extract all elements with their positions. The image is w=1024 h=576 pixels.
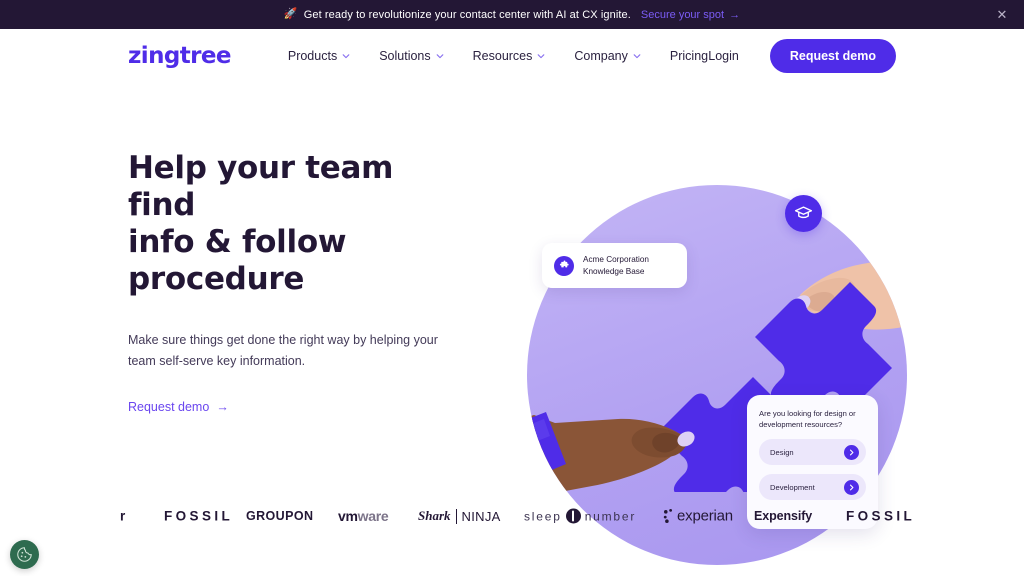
logo-fossil: FOSSIL (164, 508, 234, 524)
kb-line-2: Knowledge Base (583, 266, 645, 276)
page-title: Help your team find info & follow proced… (128, 150, 458, 298)
customer-logo-strip: r FOSSIL GROUPON vm ware Shark NINJA slee… (0, 495, 1024, 537)
secure-your-spot-label: Secure your spot (640, 8, 725, 21)
nav-item-pricing[interactable]: Pricing (670, 49, 708, 63)
chevron-right-icon (844, 479, 859, 495)
logo-vmware-bold: vm (338, 508, 358, 524)
hero-illustration: Acme Corporation Knowledge Base Are you … (500, 82, 960, 565)
arrow-right-icon: → (729, 8, 741, 21)
logo-fossil-clipped: r (120, 508, 129, 524)
logo-shark-text: Shark (418, 508, 451, 523)
hero-title-line-2: info & follow (128, 224, 347, 260)
hero-title-line-1: Help your team find (128, 150, 394, 223)
hero-request-demo-link[interactable]: Request demo → (128, 400, 229, 414)
announcement-text: 🚀 Get ready to revolutionize your contac… (284, 9, 631, 21)
hero-title-line-3: procedure (128, 261, 305, 297)
nav-links: Products Solutions Resources Company Pri… (288, 49, 708, 63)
zingtree-logo[interactable]: zingtree (128, 43, 231, 69)
cookie-settings-button[interactable] (10, 540, 39, 569)
logo-vmware-light: ware (357, 508, 389, 524)
nav-item-products[interactable]: Products (288, 49, 350, 63)
nav-item-label: Products (287, 48, 338, 63)
main-navigation: zingtree Products Solutions Resources Co… (0, 29, 1024, 82)
puzzle-piece-icon (554, 255, 574, 276)
hero-cta-label: Request demo (128, 400, 210, 414)
logo-experian: experian (663, 508, 733, 525)
experian-dots-icon (663, 508, 673, 523)
logo-ninja-text: NINJA (461, 508, 501, 524)
rocket-icon: 🚀 (283, 8, 298, 20)
secure-your-spot-link[interactable]: Secure your spot → (641, 9, 740, 21)
chevron-down-icon (633, 52, 641, 60)
nav-item-label: Company (574, 48, 628, 63)
page-root: 🚀 Get ready to revolutionize your contac… (0, 0, 1024, 576)
chat-option-label: Development (770, 482, 815, 492)
logo-sharkninja: Shark NINJA (418, 508, 501, 524)
sleep-number-mark-icon (565, 508, 581, 524)
knowledge-base-card-text: Acme Corporation Knowledge Base (583, 254, 649, 277)
cookie-icon (17, 547, 32, 562)
chevron-down-icon (342, 52, 350, 60)
kb-line-1: Acme Corporation (583, 255, 649, 264)
nav-item-label: Solutions (379, 48, 431, 63)
logo-groupon: GROUPON (246, 509, 314, 523)
chat-option-label: Design (770, 447, 794, 457)
chevron-down-icon (537, 52, 545, 60)
announcement-bar: 🚀 Get ready to revolutionize your contac… (0, 0, 1024, 29)
hero-subtitle: Make sure things get done the right way … (128, 333, 438, 368)
hero-section: Help your team find info & follow proced… (0, 82, 1024, 565)
request-demo-button[interactable]: Request demo (769, 38, 896, 73)
knowledge-base-card[interactable]: Acme Corporation Knowledge Base (542, 243, 687, 288)
chat-question: Are you looking for design or developmen… (759, 409, 856, 429)
logo-fossil-2: FOSSIL (846, 508, 916, 524)
arrow-right-icon: → (216, 400, 229, 414)
nav-actions: Login Request demo (708, 38, 896, 73)
logo-divider (455, 508, 457, 524)
logo-expensify: Expensify (754, 509, 813, 523)
chat-option-design[interactable]: Design (759, 439, 866, 465)
graduation-cap-badge (785, 195, 822, 232)
graduation-cap-icon (794, 206, 813, 219)
close-icon[interactable]: ✕ (994, 7, 1010, 23)
announcement-message: Get ready to revolutionize your contact … (303, 8, 631, 21)
logo-experian-text: experian (677, 507, 733, 525)
nav-item-label: Resources (472, 48, 533, 63)
nav-item-solutions[interactable]: Solutions (379, 48, 444, 63)
login-link[interactable]: Login (708, 49, 739, 63)
chevron-down-icon (436, 52, 444, 60)
hero-copy: Help your team find info & follow proced… (128, 150, 458, 416)
chevron-right-icon (844, 444, 859, 460)
logo-number-text: number (584, 509, 637, 523)
logo-sleep-number: sleep number (524, 508, 637, 524)
logo-vmware: vm ware (338, 508, 389, 524)
nav-item-label: Pricing (669, 48, 709, 63)
logo-sleep-text: sleep (524, 509, 562, 523)
nav-item-company[interactable]: Company (574, 49, 641, 63)
nav-item-resources[interactable]: Resources (473, 49, 546, 63)
